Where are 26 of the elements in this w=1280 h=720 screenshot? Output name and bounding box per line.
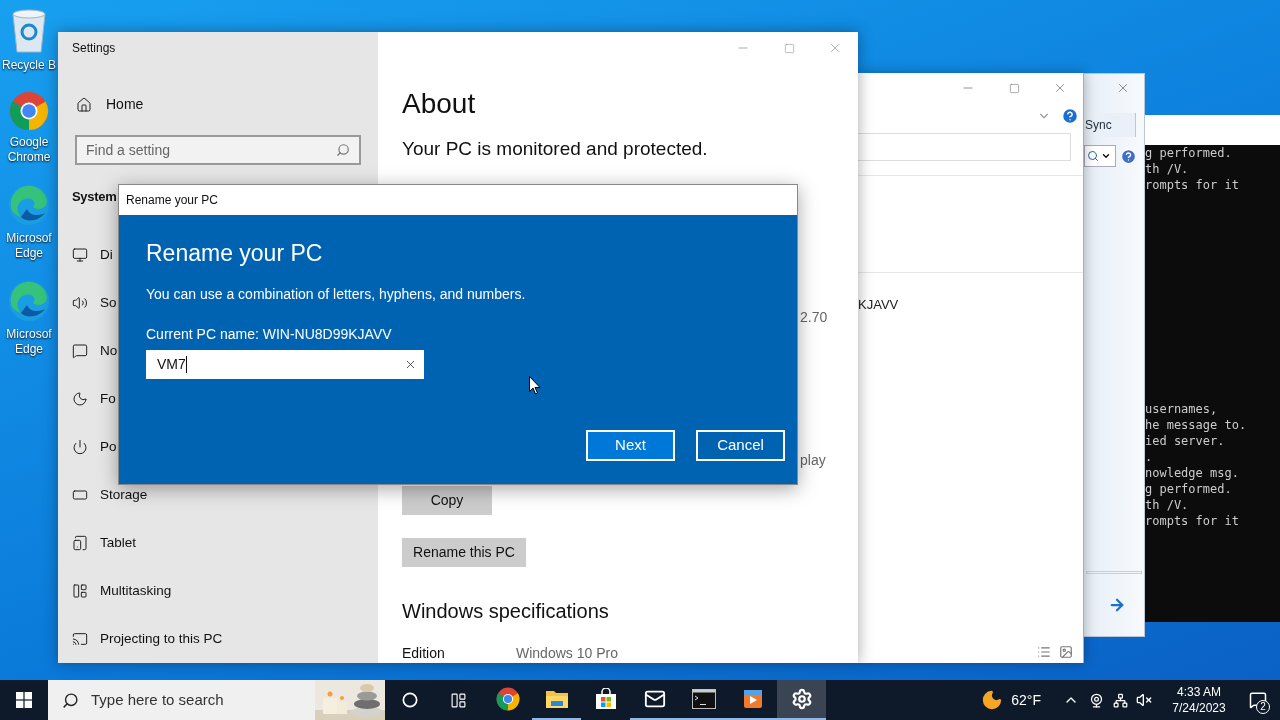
current-name-label: Current PC name: WIN-NU8D99KJAVV	[146, 325, 393, 344]
dialog-heading: Rename your PC	[146, 239, 324, 268]
section-heading: Windows specifications	[402, 599, 610, 624]
console-line: g performed.	[1145, 481, 1233, 497]
console-line: g performed.	[1145, 145, 1233, 161]
spec-fragment: 2.70	[800, 308, 829, 327]
console-line: th /V.	[1145, 497, 1190, 513]
console-line: rompts for it	[1145, 177, 1240, 193]
console-line: he message to.	[1145, 417, 1248, 433]
window-title: Settings	[72, 39, 116, 57]
console-line: nowledge msg.	[1145, 465, 1240, 481]
pc-name-fragment: KJAVV	[858, 296, 900, 314]
protection-status: Your PC is monitored and protected.	[402, 137, 709, 161]
spec-fragment: play	[800, 451, 827, 470]
page-title: About	[402, 87, 477, 121]
console-line: usernames,	[1145, 401, 1219, 417]
dialog-title: Rename your PC	[126, 192, 219, 209]
spec-value: Windows 10 Pro	[516, 643, 618, 663]
console-line: rompts for it	[1145, 513, 1240, 529]
spec-label: Edition	[402, 643, 446, 663]
section-heading: System	[72, 188, 117, 207]
console-line: th /V.	[1145, 161, 1190, 177]
console-line: ied server.	[1145, 433, 1226, 449]
dialog-hint: You can use a combination of letters, hyphens, and numbers.	[146, 285, 527, 304]
console-line: .	[1145, 449, 1154, 465]
notification-count: 2	[1256, 700, 1270, 714]
